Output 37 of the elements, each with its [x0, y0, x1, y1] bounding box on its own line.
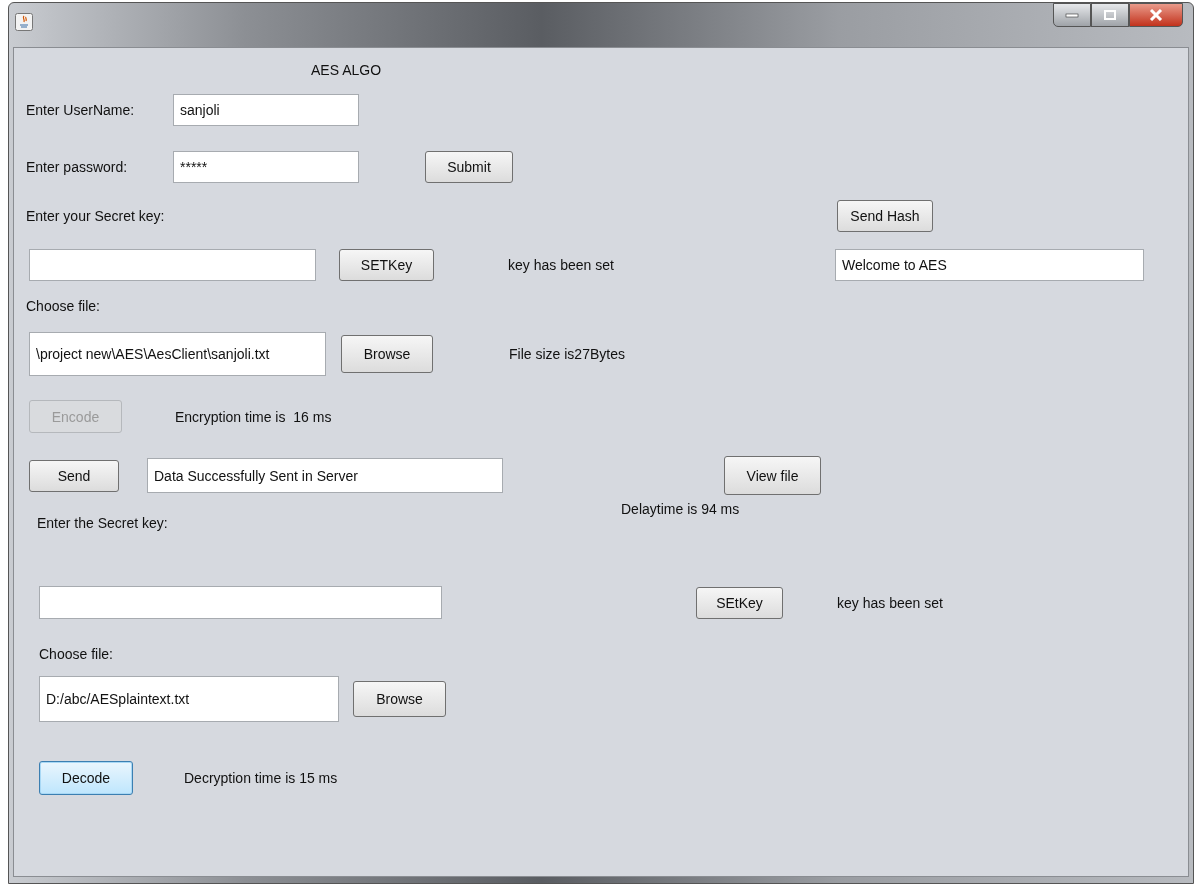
- app-icon: [15, 13, 33, 31]
- set-key-button[interactable]: SETKey: [339, 249, 434, 281]
- choose-file-label: Choose file:: [26, 298, 100, 314]
- send-button[interactable]: Send: [29, 459, 119, 492]
- app-heading: AES ALGO: [311, 62, 382, 78]
- secret-key-label: Enter your Secret key:: [26, 208, 165, 224]
- view-file-button[interactable]: View file: [724, 456, 821, 495]
- decryption-time-text: Decryption time is 15 ms: [184, 770, 338, 786]
- password-label: Enter password:: [26, 159, 128, 175]
- browse-button[interactable]: Browse: [341, 335, 433, 373]
- key-status-text: key has been set: [508, 257, 614, 273]
- hash-message-field[interactable]: Welcome to AES: [835, 249, 1144, 281]
- decode-button[interactable]: Decode: [39, 761, 133, 795]
- browse-button[interactable]: Browse: [353, 681, 446, 717]
- minimize-icon: [1065, 12, 1079, 18]
- encryption-time-text: Encryption time is 16 ms: [175, 408, 332, 425]
- username-field[interactable]: sanjoli: [173, 94, 359, 126]
- file-size-text: File size is27Bytes: [509, 346, 625, 362]
- maximize-icon: [1104, 10, 1116, 20]
- secret-key-field[interactable]: [29, 249, 316, 281]
- send-hash-button[interactable]: Send Hash: [837, 200, 933, 232]
- choose-file-label: Choose file:: [39, 646, 113, 662]
- close-button[interactable]: [1129, 3, 1183, 27]
- close-icon: [1149, 9, 1163, 21]
- file-path-field[interactable]: \project new\AES\AesClient\sanjoli.txt: [29, 332, 326, 376]
- secret-key-field[interactable]: [39, 586, 442, 619]
- secret-key-label: Enter the Secret key:: [37, 515, 168, 531]
- send-status-field[interactable]: Data Successfully Sent in Server: [147, 458, 503, 493]
- delay-time-text: Delaytime is 94 ms: [621, 501, 740, 517]
- password-field[interactable]: *****: [173, 151, 359, 183]
- username-label: Enter UserName:: [26, 102, 135, 118]
- key-status-text: key has been set: [837, 594, 943, 611]
- file-path-field[interactable]: D:/abc/AESplaintext.txt: [39, 676, 339, 722]
- minimize-button[interactable]: [1053, 3, 1091, 27]
- maximize-button[interactable]: [1091, 3, 1129, 27]
- set-key-button[interactable]: SEtKey: [696, 586, 783, 619]
- submit-button[interactable]: Submit: [425, 151, 513, 183]
